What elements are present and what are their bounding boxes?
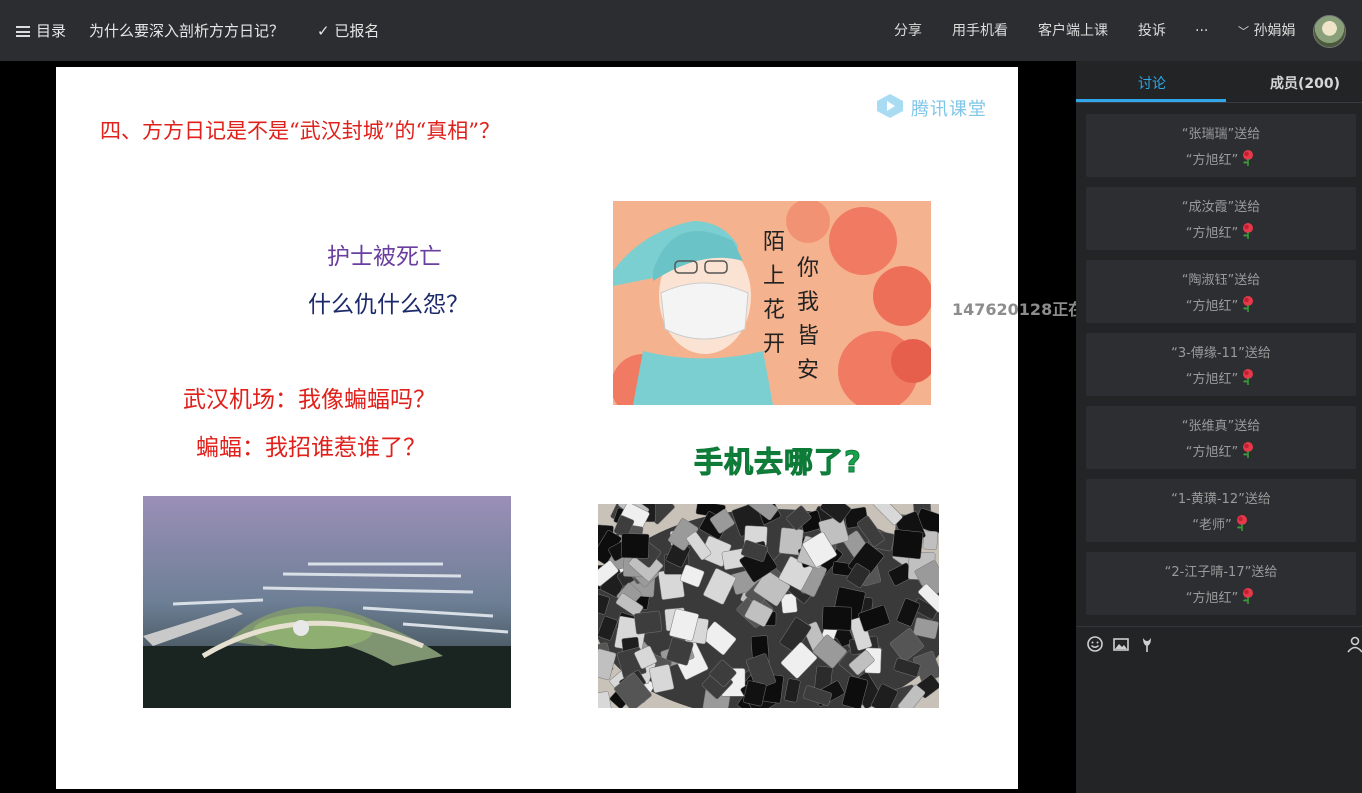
rose-icon [1243, 223, 1254, 239]
poster-char: 安 [797, 358, 819, 383]
nurse-poster-image: 陌 上 花 开 你 我 皆 安 [613, 201, 931, 405]
rose-icon [1236, 515, 1247, 531]
airport-image [143, 496, 511, 708]
side-panel: 讨论 成员(200) “张瑞瑞”送给 “方旭红” “成汝霞”送给 “方旭红” “陶淑钰”… [1076, 61, 1362, 793]
poster-char: 我 [797, 290, 819, 315]
poster-char: 你 [797, 256, 819, 281]
play-logo-icon [877, 94, 903, 118]
top-bar: 目录 为什么要深入剖析方方日记？ ✓ 已报名 分享 用手机看 客户端上课 投诉 … [0, 0, 1362, 61]
text-bat: 蝙蝠：我招谁惹谁了？ [196, 435, 426, 461]
poster-char: 陌 [763, 230, 785, 255]
enrolled-label: 已报名 [334, 22, 380, 40]
message-recipient: “方旭红” [1086, 149, 1356, 168]
message-recipient: “方旭红” [1086, 222, 1356, 241]
message-sender: “张维真”送给 [1181, 419, 1261, 434]
message-sender: “张瑞瑞”送给 [1181, 127, 1261, 142]
poster-char: 开 [763, 332, 785, 357]
text-nurse: 护士被死亡 [327, 244, 442, 270]
menu-icon [16, 26, 30, 37]
viewer-overlay-text: 147620128正在 [952, 300, 1076, 319]
poster-char: 上 [763, 264, 785, 289]
panel-tabs: 讨论 成员(200) [1076, 61, 1362, 103]
image-icon[interactable] [1112, 635, 1130, 653]
enrolled-status: ✓ 已报名 [317, 20, 379, 42]
check-icon: ✓ [317, 22, 330, 40]
phone-caption: 手机去哪了? [694, 445, 862, 480]
message-sender: “2-江子晴-17”送给 [1164, 565, 1278, 580]
chat-message: “成汝霞”送给 “方旭红” [1086, 187, 1356, 250]
poster-char: 花 [763, 298, 785, 323]
message-recipient: “方旭红” [1086, 368, 1356, 387]
user-name: 孙娟娟 [1253, 23, 1296, 39]
chat-toolbar [1076, 626, 1362, 660]
chat-message: “2-江子晴-17”送给 “方旭红” [1086, 552, 1356, 615]
user-menu[interactable]: ﹀ 孙娟娟 [1238, 20, 1295, 43]
course-title: 为什么要深入剖析方方日记？ [89, 22, 285, 40]
rose-icon [1243, 442, 1254, 458]
message-recipient: “方旭红” [1086, 441, 1356, 460]
share-button[interactable]: 分享 [894, 20, 922, 42]
text-airport: 武汉机场：我像蝙蝠吗？ [183, 387, 436, 413]
message-recipient: “老师” [1086, 514, 1356, 533]
poster-char: 皆 [797, 324, 819, 349]
rose-icon [1243, 369, 1254, 385]
active-tab-indicator [1076, 99, 1226, 102]
chat-message: “张瑞瑞”送给 “方旭红” [1086, 114, 1356, 177]
rose-icon [1243, 296, 1254, 312]
tab-discussion[interactable]: 讨论 [1138, 73, 1166, 93]
chevron-down-icon: ﹀ [1238, 25, 1249, 38]
avatar[interactable] [1313, 15, 1346, 48]
text-grudge: 什么仇什么怨？ [308, 292, 469, 318]
flower-icon[interactable] [1138, 635, 1156, 653]
emoji-icon[interactable] [1086, 635, 1104, 653]
rose-icon [1243, 588, 1254, 604]
chat-message: “3-傅缘-11”送给 “方旭红” [1086, 333, 1356, 396]
message-sender: “1-黄璜-12”送给 [1171, 492, 1271, 507]
rose-icon [1243, 150, 1254, 166]
message-sender: “陶淑钰”送给 [1181, 273, 1261, 288]
slide: 四、方方日记是不是“武汉封城”的“真相”？ 腾讯课堂 护士被死亡 什么仇什么怨？… [56, 67, 1018, 789]
client-class-button[interactable]: 客户端上课 [1038, 20, 1108, 42]
message-recipient: “方旭红” [1086, 295, 1356, 314]
message-sender: “3-傅缘-11”送给 [1171, 346, 1271, 361]
message-recipient: “方旭红” [1086, 587, 1356, 606]
chat-message: “陶淑钰”送给 “方旭红” [1086, 260, 1356, 323]
member-icon[interactable] [1346, 635, 1362, 653]
chat-message: “1-黄璜-12”送给 “老师” [1086, 479, 1356, 542]
slide-title: 四、方方日记是不是“武汉封城”的“真相”？ [100, 119, 500, 143]
phones-pile-image [598, 504, 939, 708]
menu-button[interactable]: 目录 [16, 20, 66, 42]
chat-message: “张维真”送给 “方旭红” [1086, 406, 1356, 469]
more-button[interactable]: ··· [1195, 20, 1208, 42]
mobile-watch-button[interactable]: 用手机看 [952, 20, 1008, 42]
menu-label: 目录 [36, 22, 67, 40]
tab-members[interactable]: 成员(200) [1270, 73, 1340, 93]
message-sender: “成汝霞”送给 [1181, 200, 1261, 215]
complaint-button[interactable]: 投诉 [1138, 20, 1166, 42]
